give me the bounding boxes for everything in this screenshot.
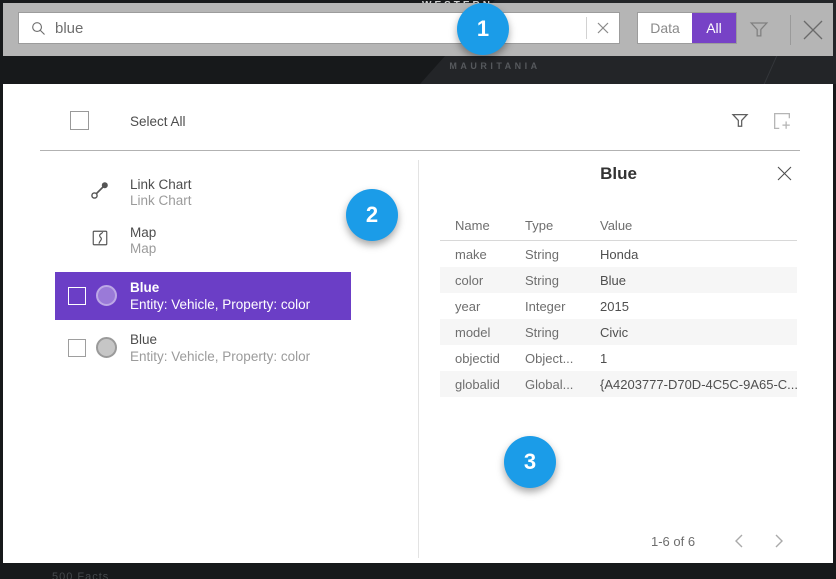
select-all-checkbox[interactable] <box>70 111 89 130</box>
entity-circle-icon <box>96 337 117 358</box>
column-header: Type <box>510 218 585 233</box>
annotation-badge-3: 3 <box>504 436 556 488</box>
cell-name: model <box>440 325 510 340</box>
result-checkbox[interactable] <box>68 339 86 357</box>
search-box[interactable] <box>18 12 620 44</box>
table-row: objectid Object... 1 <box>440 345 797 371</box>
detail-close-icon[interactable] <box>776 165 793 182</box>
add-to-selection-icon[interactable] <box>770 110 794 132</box>
cell-name: globalid <box>440 377 510 392</box>
cell-type: Integer <box>510 299 585 314</box>
search-results-panel: Select All Link Chart Link Cha <box>3 84 833 563</box>
cell-value: 1 <box>585 351 797 366</box>
cell-name: objectid <box>440 351 510 366</box>
cell-value: {A4203777-D70D-4C5C-9A65-C... <box>585 377 797 392</box>
cell-name: color <box>440 273 510 288</box>
table-row: color String Blue <box>440 267 797 293</box>
result-subtitle: Map <box>130 241 156 257</box>
detail-title: Blue <box>440 164 797 184</box>
cell-type: Global... <box>510 377 585 392</box>
table-row: make String Honda <box>440 241 797 267</box>
cell-type: String <box>510 273 585 288</box>
select-all-label: Select All <box>130 114 186 129</box>
cell-type: String <box>510 325 585 340</box>
cell-value: 2015 <box>585 299 797 314</box>
search-scope-toggle: Data All <box>637 12 737 44</box>
cell-value: Honda <box>585 247 797 262</box>
cell-type: String <box>510 247 585 262</box>
app-window: WESTERN MAURITANIA 500 Facts Data All <box>0 0 836 579</box>
toolbar-divider <box>790 15 791 45</box>
result-title: Blue <box>130 279 310 296</box>
result-title: Map <box>130 225 156 241</box>
result-title: Blue <box>130 331 310 348</box>
panel-header-divider <box>40 150 800 151</box>
table-row: year Integer 2015 <box>440 293 797 319</box>
entity-circle-icon <box>96 285 117 306</box>
table-header-row: Name Type Value <box>440 210 797 240</box>
result-subtitle: Link Chart <box>130 193 192 209</box>
result-item-blue-selected[interactable]: Blue Entity: Vehicle, Property: color <box>55 272 351 320</box>
table-row: model String Civic <box>440 319 797 345</box>
table-row: globalid Global... {A4203777-D70D-4C5C-9… <box>440 371 797 397</box>
column-header: Name <box>440 218 510 233</box>
cell-value: Civic <box>585 325 797 340</box>
result-item-blue[interactable]: Blue Entity: Vehicle, Property: color <box>55 324 351 372</box>
result-title: Link Chart <box>130 177 192 193</box>
search-clear-button[interactable] <box>587 13 619 43</box>
result-checkbox[interactable] <box>68 287 86 305</box>
results-filter-icon[interactable] <box>730 110 750 130</box>
annotation-badge-1: 1 <box>457 3 509 55</box>
annotation-badge-2: 2 <box>346 189 398 241</box>
scope-option-data[interactable]: Data <box>638 13 692 43</box>
column-header: Value <box>585 218 797 233</box>
map-icon <box>91 229 109 247</box>
cell-name: make <box>440 247 510 262</box>
panel-vertical-divider <box>418 160 419 558</box>
pagination-range: 1-6 of 6 <box>651 534 695 549</box>
search-icon <box>30 20 47 37</box>
map-label-facts: 500 Facts <box>52 571 109 579</box>
cell-type: Object... <box>510 351 585 366</box>
pagination-next-icon[interactable] <box>767 529 791 553</box>
map-label-mauritania: MAURITANIA <box>440 61 550 71</box>
scope-option-all[interactable]: All <box>692 13 736 43</box>
result-subtitle: Entity: Vehicle, Property: color <box>130 348 310 365</box>
search-toolbar: Data All <box>3 3 833 56</box>
property-table: Name Type Value make String Honda color … <box>440 210 797 397</box>
result-subtitle: Entity: Vehicle, Property: color <box>130 296 310 313</box>
pagination-prev-icon[interactable] <box>727 529 751 553</box>
filter-icon[interactable] <box>748 18 770 40</box>
link-chart-icon <box>90 180 110 200</box>
cell-value: Blue <box>585 273 797 288</box>
result-item-link-chart[interactable]: Link Chart Link Chart <box>130 177 192 209</box>
close-search-icon[interactable] <box>800 17 826 43</box>
result-item-map[interactable]: Map Map <box>130 225 156 257</box>
cell-name: year <box>440 299 510 314</box>
